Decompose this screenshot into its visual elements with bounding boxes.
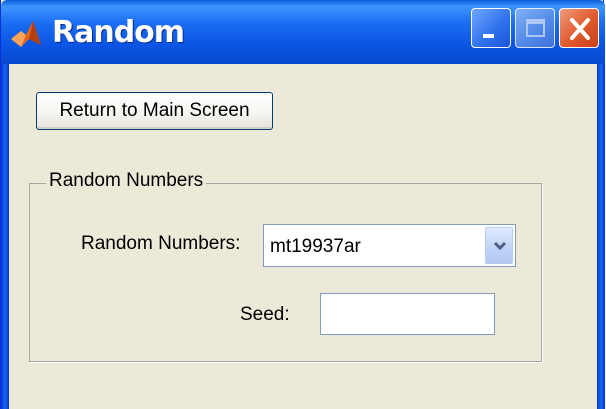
minimize-icon [483,34,494,38]
seed-input[interactable] [320,293,495,335]
random-numbers-panel [29,183,542,362]
panel-title: Random Numbers [46,170,207,192]
window-border-right [597,64,605,409]
return-to-main-button[interactable]: Return to Main Screen [36,92,273,130]
random-numbers-label: Random Numbers: [81,233,241,254]
seed-label: Seed: [240,304,290,325]
random-numbers-dropdown[interactable]: mt19937ar [263,224,516,267]
dropdown-arrow-button[interactable] [485,227,513,264]
close-icon [570,18,590,40]
matlab-logo-icon [11,21,41,47]
window-title: Random [52,15,185,50]
random-numbers-selected: mt19937ar [270,236,361,257]
chevron-down-icon [493,241,507,251]
maximize-icon [526,19,545,37]
close-button[interactable] [559,8,599,48]
minimize-button[interactable] [471,8,511,48]
app-window: Random Return to Main Screen Random Numb… [0,0,605,409]
maximize-button[interactable] [515,8,555,48]
window-border-left [1,64,9,409]
title-bar[interactable]: Random [1,0,605,64]
